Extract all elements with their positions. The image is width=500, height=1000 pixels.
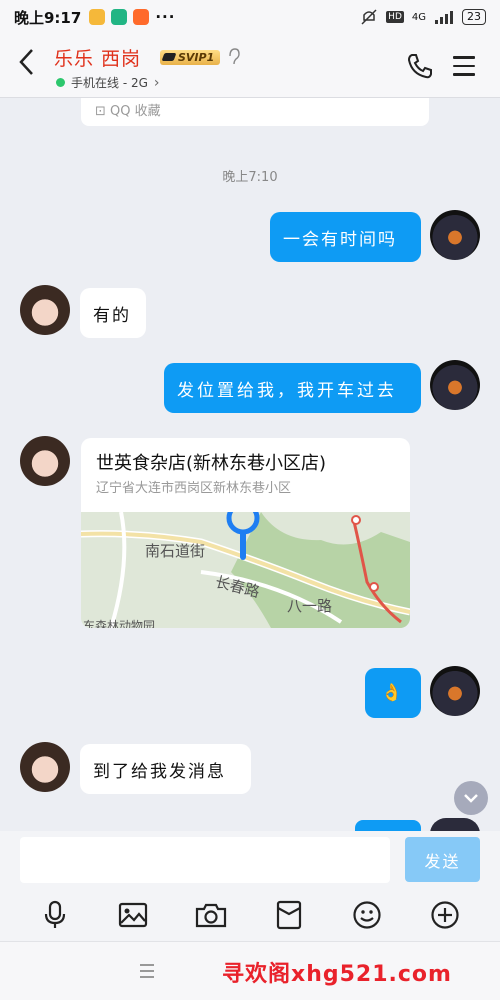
recent-apps-icon[interactable] — [140, 964, 154, 982]
scroll-to-bottom-button[interactable] — [454, 781, 488, 815]
message-bubble-incoming[interactable]: 到了给我发消息 — [80, 744, 251, 794]
map-graphic — [81, 501, 410, 628]
mute-icon — [361, 9, 377, 25]
image-icon[interactable] — [117, 899, 149, 931]
microphone-icon[interactable] — [39, 899, 71, 931]
message-input[interactable] — [20, 837, 390, 883]
my-avatar[interactable] — [430, 666, 480, 716]
more-notifications: ··· — [155, 8, 176, 26]
system-nav-bar: 寻欢阁xhg521.com — [0, 941, 500, 1000]
my-avatar[interactable] — [430, 360, 480, 410]
message-bubble-outgoing[interactable]: 发位置给我，我开车过去 — [164, 363, 421, 413]
online-dot-icon — [56, 78, 65, 87]
map-label-place: 东森林动物园 — [83, 619, 156, 628]
back-button[interactable] — [18, 48, 34, 82]
message-bubble-outgoing[interactable]: 👌 — [365, 668, 421, 718]
my-avatar[interactable] — [430, 210, 480, 260]
message-timestamp: 晚上7:10 — [222, 170, 278, 185]
hd-icon: HD — [386, 11, 404, 23]
my-avatar-partial — [430, 818, 480, 831]
emoji-icon[interactable] — [351, 899, 383, 931]
chevron-left-icon — [19, 49, 33, 75]
camera-icon[interactable] — [195, 899, 227, 931]
red-packet-icon[interactable] — [273, 899, 305, 931]
chevron-down-icon — [464, 794, 478, 803]
menu-icon[interactable] — [453, 56, 475, 82]
map-label-street: 八一路 — [287, 597, 333, 615]
plus-icon[interactable] — [429, 899, 461, 931]
input-bar: 发送 — [0, 831, 500, 889]
location-map[interactable]: 南石道街 长春路 八一路 东森林动物园 — [81, 501, 410, 628]
status-right: HD 4G 23 — [360, 8, 486, 26]
contact-avatar[interactable] — [20, 742, 70, 792]
svip-badge[interactable]: SVIP1 — [160, 50, 221, 65]
qq-favorites-card[interactable]: ⊡ QQ 收藏 — [81, 98, 429, 126]
chat-header: 乐乐 西岗 SVIP1 手机在线 - 2G › — [0, 34, 500, 98]
contact-avatar[interactable] — [20, 436, 70, 486]
favorites-label: QQ 收藏 — [110, 104, 161, 119]
online-status-text: 手机在线 - 2G — [71, 76, 148, 90]
message-bubble-incoming[interactable]: 有的 — [80, 288, 146, 338]
chat-toolbar — [0, 889, 500, 941]
status-bar: 晚上9:17 ··· HD 4G 23 — [0, 0, 500, 34]
shield-notification-icon — [111, 9, 128, 25]
location-address: 辽宁省大连市西岗区新林东巷小区 — [96, 481, 292, 496]
earpiece-mode-icon[interactable] — [228, 48, 240, 70]
network-type: 4G — [411, 11, 426, 23]
location-name: 世英食杂店(新林东巷小区店) — [96, 453, 327, 474]
online-status[interactable]: 手机在线 - 2G › — [56, 74, 160, 91]
taobao-notification-icon — [133, 9, 150, 25]
favorites-icon: ⊡ — [95, 104, 111, 119]
app-notification-icon — [89, 9, 106, 25]
contact-avatar[interactable] — [20, 285, 70, 335]
contact-name[interactable]: 乐乐 西岗 — [54, 44, 141, 71]
location-card[interactable]: 世英食杂店(新林东巷小区店) 辽宁省大连市西岗区新林东巷小区 南石道街 长春路 … — [81, 438, 410, 628]
phone-call-icon[interactable] — [406, 52, 434, 80]
message-bubble-partial — [355, 820, 421, 831]
signal-icon — [435, 11, 453, 24]
status-time: 晚上9:17 — [14, 8, 82, 27]
map-label-street: 南石道街 — [145, 542, 206, 560]
watermark-text: 寻欢阁xhg521.com — [222, 962, 452, 987]
send-button[interactable]: 发送 — [405, 837, 480, 882]
battery-icon: 23 — [462, 9, 486, 25]
chat-area[interactable]: ⊡ QQ 收藏 晚上7:10 一会有时间吗 有的 发位置给我，我开车过去 世英食… — [0, 98, 500, 831]
message-bubble-outgoing[interactable]: 一会有时间吗 — [270, 212, 421, 262]
chevron-right-icon: › — [153, 74, 160, 91]
